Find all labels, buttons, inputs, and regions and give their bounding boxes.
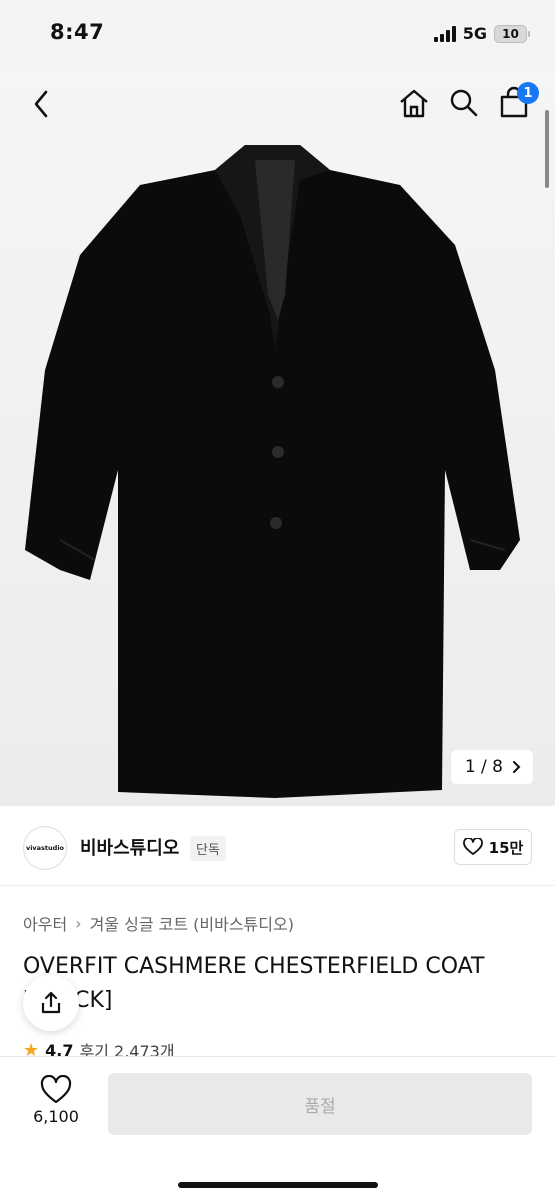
chevron-right-icon: ›: [75, 913, 82, 933]
product-title: OVERFIT CASHMERE CHESTERFIELD COAT [BLAC…: [23, 954, 485, 1013]
bottom-action-bar: 6,100 품절: [0, 1056, 555, 1200]
search-icon: [450, 89, 478, 117]
exclusive-badge: 단독: [190, 836, 226, 861]
breadcrumb: 아우터 › 겨울 싱글 코트 (비바스튜디오): [23, 911, 294, 935]
wishlist-button[interactable]: 6,100: [24, 1075, 88, 1126]
coat-image: [25, 145, 520, 798]
image-counter[interactable]: 1 / 8: [450, 750, 533, 784]
wishlist-count: 6,100: [33, 1107, 79, 1126]
breadcrumb-subcategory[interactable]: 겨울 싱글 코트 (비바스튜디오): [90, 911, 294, 935]
cart-button[interactable]: 1: [497, 82, 539, 120]
scrollbar[interactable]: [545, 110, 549, 188]
signal-icon: [433, 25, 456, 42]
brand-logo[interactable]: vivastudio: [23, 826, 67, 870]
breadcrumb-category[interactable]: 아우터: [23, 911, 67, 935]
back-button[interactable]: [28, 86, 56, 122]
status-indicators: 5G 10: [433, 24, 530, 43]
product-image[interactable]: [0, 70, 555, 806]
search-button[interactable]: [447, 86, 481, 120]
status-bar: 8:47 5G 10: [0, 0, 555, 70]
heart-icon: [40, 1075, 72, 1104]
home-icon: [400, 89, 428, 118]
image-counter-text: 1 / 8: [464, 757, 503, 777]
battery-icon: 10: [494, 24, 530, 43]
share-icon: [41, 991, 61, 1014]
home-button[interactable]: [397, 86, 431, 120]
battery-level: 10: [502, 26, 519, 41]
chevron-right-icon: [513, 761, 521, 773]
status-time: 8:47: [50, 20, 105, 44]
network-label: 5G: [462, 24, 487, 43]
sold-out-button[interactable]: 품절: [108, 1073, 532, 1135]
brand-like-button[interactable]: 15만: [454, 829, 532, 865]
brand-name[interactable]: 비바스튜디오: [80, 834, 179, 860]
heart-icon: [462, 838, 483, 855]
chevron-left-icon: [34, 90, 48, 118]
home-indicator: [178, 1182, 378, 1188]
brand-like-count: 15만: [488, 838, 524, 857]
top-nav-icons: 1: [397, 82, 539, 120]
cart-count-badge: 1: [517, 82, 539, 104]
brand-row: vivastudio 비바스튜디오 단독 15만: [0, 806, 555, 886]
share-button[interactable]: [23, 975, 79, 1031]
